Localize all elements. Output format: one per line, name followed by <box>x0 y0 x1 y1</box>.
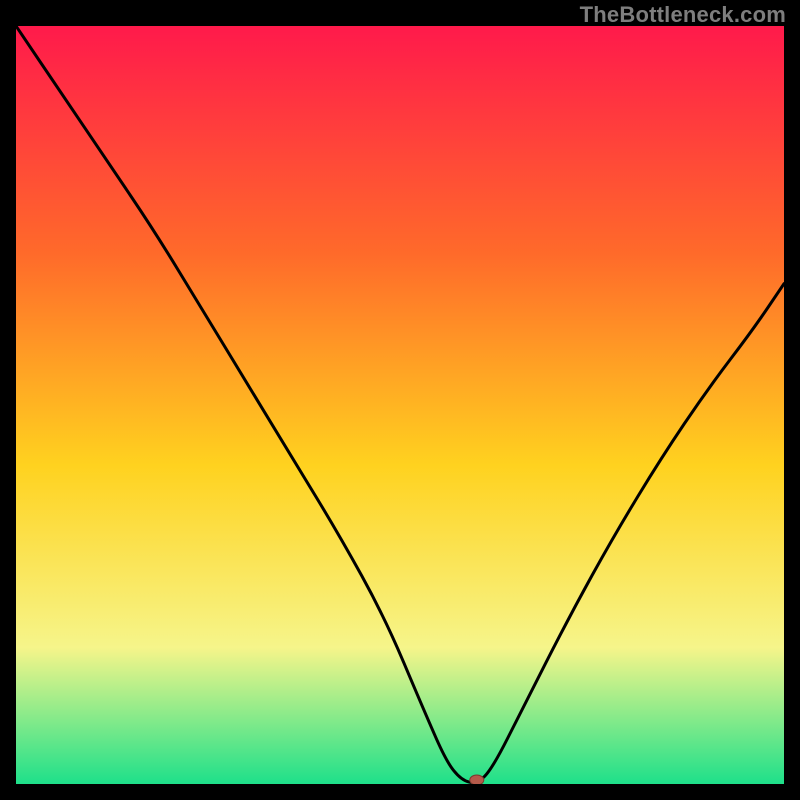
chart-frame: TheBottleneck.com <box>0 0 800 800</box>
plot-area <box>16 26 784 784</box>
plot-svg <box>16 26 784 784</box>
watermark-text: TheBottleneck.com <box>580 2 786 28</box>
gradient-background <box>16 26 784 784</box>
optimum-marker <box>470 775 484 784</box>
